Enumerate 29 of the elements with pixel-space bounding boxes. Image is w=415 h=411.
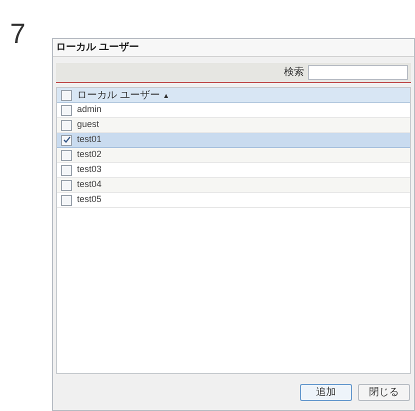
user-name: test04 xyxy=(77,178,102,192)
step-number: 7 xyxy=(10,18,26,49)
checkbox[interactable] xyxy=(61,194,72,206)
search-field[interactable] xyxy=(308,65,408,80)
checkbox[interactable] xyxy=(61,180,72,190)
checkbox[interactable] xyxy=(61,104,72,116)
checkbox[interactable] xyxy=(61,164,72,176)
check-icon xyxy=(62,136,70,144)
close-button[interactable]: 閉じる xyxy=(358,384,410,400)
table-row[interactable]: guest xyxy=(57,118,410,133)
checkbox[interactable] xyxy=(61,120,72,130)
table-row[interactable]: test03 xyxy=(57,163,410,178)
window-title: ローカル ユーザー xyxy=(56,40,139,55)
table-row[interactable]: test04 xyxy=(57,178,410,193)
user-name: test03 xyxy=(77,163,102,176)
checkbox[interactable] xyxy=(61,134,72,146)
user-name: test01 xyxy=(77,133,102,146)
checkbox[interactable] xyxy=(61,150,72,160)
table-row[interactable]: test05 xyxy=(57,193,410,208)
user-name: admin xyxy=(77,103,102,116)
search-label: 検索 xyxy=(284,66,304,80)
table-row[interactable]: test02 xyxy=(57,148,410,163)
add-button[interactable]: 追加 xyxy=(300,384,352,400)
user-name: guest xyxy=(77,118,100,132)
table-row[interactable]: test01 xyxy=(57,133,410,148)
user-name: test05 xyxy=(77,193,102,206)
checkbox[interactable] xyxy=(61,90,72,100)
user-name: test02 xyxy=(77,148,102,162)
table-row[interactable]: admin xyxy=(57,103,410,118)
